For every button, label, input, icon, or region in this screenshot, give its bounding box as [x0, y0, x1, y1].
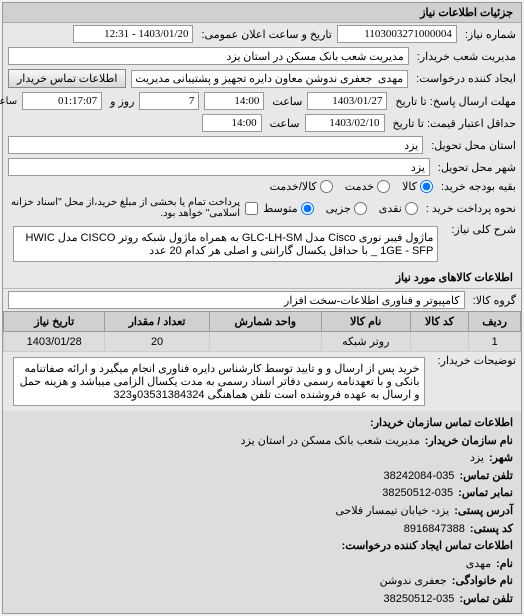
th-row: ردیف: [469, 312, 521, 332]
notes-text: خرید پس از ارسال و و تایید توسط کارشناس …: [13, 357, 425, 406]
fax-label: نمابر تماس:: [458, 485, 513, 503]
announce-field[interactable]: [73, 25, 193, 43]
pay-note-text: پرداخت تمام یا بخشی از مبلغ خرید،از محل …: [8, 197, 240, 219]
post-code-value: 8916847388: [404, 521, 465, 539]
buyer-contact-button[interactable]: اطلاعات تماس خریدار: [8, 69, 126, 88]
phone-value: 38242084-035: [383, 468, 454, 486]
validity-date-field[interactable]: [305, 114, 385, 132]
th-unit: واحد شمارش: [209, 312, 321, 332]
contact-title: اطلاعات تماس سازمان خریدار:: [370, 415, 513, 433]
remaining-days-label: روز و: [107, 95, 134, 108]
remaining-days-field: [139, 92, 199, 110]
deadline-time-label: ساعت: [269, 95, 302, 108]
desc-label: شرح کلی نیاز:: [448, 223, 516, 236]
th-qty: تعداد / مقدار: [105, 312, 209, 332]
fax-value: 38250512-035: [382, 485, 453, 503]
post-code-label: کد پستی:: [470, 521, 513, 539]
org-label: نام سازمان خریدار:: [425, 433, 513, 451]
deadline-date-field[interactable]: [307, 92, 387, 110]
deadline-time-field[interactable]: [204, 92, 264, 110]
name-value: مهدی: [466, 556, 491, 574]
main-panel: جزئیات اطلاعات نیاز شماره نیاز: تاریخ و …: [2, 2, 522, 614]
req-phone-value: 38250512-035: [383, 591, 454, 609]
city-value: یزد: [470, 450, 484, 468]
delivery-city-label: شهر محل تحویل:: [435, 161, 516, 174]
post-addr-value: یزد- خیابان تیمسار فلاحی: [335, 503, 449, 521]
th-code: کد کالا: [410, 312, 469, 332]
validity-time-field[interactable]: [202, 114, 262, 132]
validity-label: حداقل اعتبار قیمت: تا تاریخ: [390, 117, 516, 130]
panel-title: جزئیات اطلاعات نیاز: [3, 3, 521, 23]
req-number-field[interactable]: [337, 25, 457, 43]
goods-section-title: اطلاعات کالاهای مورد نیاز: [3, 267, 521, 289]
th-name: نام کالا: [321, 312, 410, 332]
req-number-label: شماره نیاز:: [462, 28, 516, 41]
announce-label: تاریخ و ساعت اعلان عمومی:: [198, 28, 331, 41]
req-phone-label: تلفن تماس:: [459, 591, 513, 609]
budget-radio-cash[interactable]: کالا: [402, 180, 433, 193]
buyer-mgmt-label: مدیریت شعب خریدار:: [414, 50, 516, 63]
post-addr-label: آدرس پستی:: [454, 503, 513, 521]
th-date: تاریخ نیاز: [4, 312, 105, 332]
requester-field[interactable]: [131, 70, 408, 88]
req-contact-title: اطلاعات تماس ایجاد کننده درخواست:: [342, 538, 513, 556]
pay-radio-group: نقدی جزیی متوسط: [263, 202, 418, 215]
budget-row-label: بقیه بودجه خرید:: [438, 180, 516, 193]
goods-group-field[interactable]: [8, 291, 465, 309]
contact-section: اطلاعات تماس سازمان خریدار: نام سازمان خ…: [3, 411, 521, 613]
org-value: مدیریت شعب بانک مسکن در استان یزد: [241, 433, 420, 451]
name-label: نام:: [496, 556, 513, 574]
phone-label: تلفن تماس:: [459, 468, 513, 486]
requester-label: ایجاد کننده درخواست:: [413, 72, 516, 85]
pay-radio-cash[interactable]: نقدی: [379, 202, 418, 215]
pay-radio-credit[interactable]: جزیی: [326, 202, 367, 215]
budget-radio-partial[interactable]: کالا/خدمت: [270, 180, 333, 193]
pay-method-label: نحوه پرداخت خرید :: [423, 202, 516, 215]
table-row[interactable]: 1 روتر شبکه 20 1403/01/28: [4, 332, 521, 352]
desc-text: ماژول فیبر نوری Cisco مدل GLC-LH-SM به ه…: [13, 226, 438, 262]
city-label: شهر:: [489, 450, 513, 468]
pay-note-checkbox[interactable]: [245, 202, 258, 215]
delivery-city-field[interactable]: [8, 158, 430, 176]
budget-radio-group: کالا خدمت کالا/خدمت: [270, 180, 433, 193]
goods-table: ردیف کد کالا نام کالا واحد شمارش تعداد /…: [3, 311, 521, 352]
remaining-time-field: [22, 92, 102, 110]
validity-time-label: ساعت: [267, 117, 300, 130]
deadline-label: مهلت ارسال پاسخ: تا تاریخ: [392, 95, 516, 108]
remaining-time-label: ساعت باقی مانده: [0, 96, 17, 107]
table-header-row: ردیف کد کالا نام کالا واحد شمارش تعداد /…: [4, 312, 521, 332]
delivery-province-label: استان محل تحویل:: [428, 139, 516, 152]
delivery-province-field[interactable]: [8, 136, 423, 154]
buyer-mgmt-field[interactable]: [8, 47, 409, 65]
notes-label: توضیحات خریدار:: [435, 354, 516, 367]
goods-group-label: گروه کالا:: [470, 294, 516, 307]
pay-radio-partial[interactable]: متوسط: [263, 202, 314, 215]
budget-radio-credit[interactable]: خدمت: [345, 180, 390, 193]
